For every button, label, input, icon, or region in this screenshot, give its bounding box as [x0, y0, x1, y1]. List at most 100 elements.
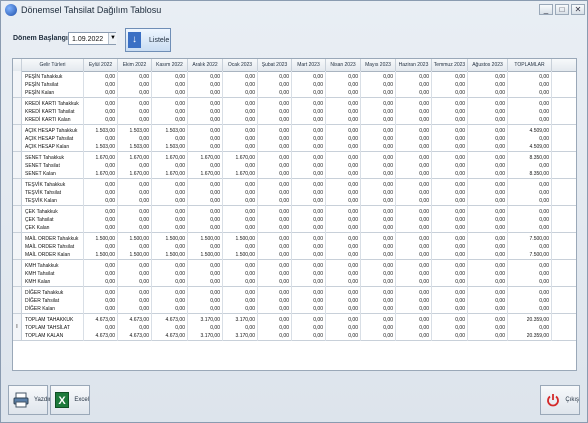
table-row[interactable]: SENET Tahakkuk 1.670,00 1.670,00 1.670,00 1.…	[13, 152, 576, 179]
column-header[interactable]: Ocak 2023	[223, 59, 258, 71]
cell-value: 0,00	[139, 190, 149, 196]
close-button[interactable]: ✕	[571, 4, 585, 15]
cell-value: 0,00	[419, 198, 429, 204]
cell-value: 0,00	[139, 244, 149, 250]
cell-value: 1.503,00	[165, 128, 185, 134]
column-header[interactable]: Eylül 2022	[84, 59, 118, 71]
cell-value: 0,00	[175, 263, 185, 269]
row-indicator[interactable]	[13, 125, 22, 151]
cell-value: 0,00	[175, 209, 185, 215]
table-row[interactable]: PEŞİN Tahakkuk 0,00 0,00 0,00 0,00 0,00 0,00 0,…	[13, 71, 576, 98]
cell-value: 0,00	[105, 82, 115, 88]
cell-value: 0,00	[348, 209, 358, 215]
cell-value: 0,00	[210, 263, 220, 269]
table-row[interactable]: TEŞVİK Tahakkuk 0,00 0,00 0,00 0,00 0,00 0,00 0…	[13, 179, 576, 206]
column-header[interactable]: Ekim 2022	[118, 59, 152, 71]
column-header[interactable]: Nisan 2023	[326, 59, 361, 71]
column-header[interactable]: Haziran 2023	[396, 59, 432, 71]
cell-value: 0,00	[495, 333, 505, 339]
column-header[interactable]: Temmuz 2023	[432, 59, 468, 71]
filter-bar: Dönem Başlangıcı 1.09.2022 ▼ ↓ Listele	[1, 25, 587, 52]
cell-value: 1.670,00	[165, 155, 185, 161]
cell-value: 0,00	[105, 298, 115, 304]
collection-distribution-grid[interactable]: Gelir Türleri Eylül 2022 Ekim 2022 Kasım 20…	[12, 58, 577, 371]
cell-value: 1.670,00	[95, 171, 115, 177]
cell-value: 0,00	[279, 171, 289, 177]
cell-value: 0,00	[383, 271, 393, 277]
cell-value: 0,00	[383, 298, 393, 304]
cell-value: 0,00	[313, 217, 323, 223]
row-indicator[interactable]	[13, 260, 22, 286]
list-button[interactable]: ↓ Listele	[125, 28, 171, 52]
cell-value: 0,00	[313, 101, 323, 107]
chevron-down-icon[interactable]: ▼	[108, 33, 117, 44]
row-label: SENET Kalan	[25, 171, 56, 177]
column-divider	[551, 260, 552, 287]
table-row[interactable]: AÇIK HESAP Tahakkuk 1.503,00 1.503,00 1.503…	[13, 125, 576, 152]
row-indicator[interactable]	[13, 233, 22, 259]
cell-value: 8.350,00	[529, 171, 549, 177]
column-header[interactable]: Kasım 2022	[152, 59, 188, 71]
table-row[interactable]: ÇEK Tahakkuk 0,00 0,00 0,00 0,00 0,00 0,00 0,00…	[13, 206, 576, 233]
column-header[interactable]: Ağustos 2023	[468, 59, 508, 71]
cell-value: 0,00	[348, 236, 358, 242]
cell-value: 0,00	[279, 333, 289, 339]
cell-value: 1.500,00	[165, 252, 185, 258]
cell-value: 0,00	[539, 306, 549, 312]
cell-value: 0,00	[495, 244, 505, 250]
column-header[interactable]: Mart 2023	[292, 59, 326, 71]
maximize-button[interactable]: □	[555, 4, 569, 15]
table-row[interactable]: I TOPLAM TAHAKKUK 4.673,00 4.673,00 4.673,00…	[13, 314, 576, 341]
cell-value: 1.503,00	[95, 128, 115, 134]
cell-value: 0,00	[455, 209, 465, 215]
column-header[interactable]: Aralık 2022	[188, 59, 223, 71]
cell-value: 0,00	[175, 90, 185, 96]
column-header[interactable]: Mayıs 2023	[361, 59, 396, 71]
cell-value: 7.500,00	[529, 236, 549, 242]
table-row[interactable]: KREDİ KARTI Tahakkuk 0,00 0,00 0,00 0,00 0,00…	[13, 98, 576, 125]
column-header[interactable]: Şubat 2023	[258, 59, 292, 71]
cell-value: 0,00	[105, 109, 115, 115]
cell-value: 0,00	[495, 182, 505, 188]
column-header[interactable]: Gelir Türleri	[22, 59, 84, 71]
cell-value: 0,00	[279, 109, 289, 115]
minimize-button[interactable]: _	[539, 4, 553, 15]
cell-value: 0,00	[419, 217, 429, 223]
cell-value: 0,00	[495, 82, 505, 88]
cell-value: 0,00	[105, 74, 115, 80]
cell-value: 0,00	[279, 252, 289, 258]
cell-value: 0,00	[455, 263, 465, 269]
table-row[interactable]: MAİL ORDER Tahakkuk 1.500,00 1.500,00 1.500…	[13, 233, 576, 260]
print-button[interactable]: Yazdır	[8, 385, 51, 415]
column-header[interactable]: TOPLAMLAR	[508, 59, 552, 71]
row-indicator[interactable]	[13, 287, 22, 313]
cell-value: 0,00	[419, 271, 429, 277]
cell-value: 0,00	[383, 209, 393, 215]
table-row[interactable]: KMH Tahakkuk 0,00 0,00 0,00 0,00 0,00 0,00 0,00…	[13, 260, 576, 287]
row-label: SENET Tahsilat	[25, 163, 60, 169]
cell-value: 0,00	[495, 279, 505, 285]
row-indicator[interactable]: I	[13, 314, 22, 340]
exit-button[interactable]: Çıkış	[540, 385, 580, 415]
cell-value: 0,00	[245, 298, 255, 304]
cell-value: 0,00	[383, 217, 393, 223]
cell-value: 0,00	[105, 290, 115, 296]
cell-value: 0,00	[495, 317, 505, 323]
cell-value: 0,00	[495, 128, 505, 134]
arrow-down-icon: ↓	[128, 32, 141, 48]
row-indicator[interactable]	[13, 152, 22, 178]
row-indicator[interactable]	[13, 71, 22, 97]
report-window: Dönemsel Tahsilat Dağılım Tablosu _ □ ✕ …	[0, 0, 588, 423]
row-indicator[interactable]	[13, 179, 22, 205]
cell-value: 0,00	[419, 74, 429, 80]
cell-value: 0,00	[383, 128, 393, 134]
row-indicator[interactable]	[13, 206, 22, 232]
cell-value: 8.350,00	[529, 155, 549, 161]
cell-value: 0,00	[139, 101, 149, 107]
table-row[interactable]: DİĞER Tahakkuk 0,00 0,00 0,00 0,00 0,00 0,00 0,…	[13, 287, 576, 314]
row-indicator[interactable]	[13, 98, 22, 124]
cell-value: 0,00	[175, 306, 185, 312]
cell-value: 0,00	[495, 74, 505, 80]
excel-button[interactable]: X Excel	[50, 385, 90, 415]
cell-value: 1.500,00	[200, 252, 220, 258]
